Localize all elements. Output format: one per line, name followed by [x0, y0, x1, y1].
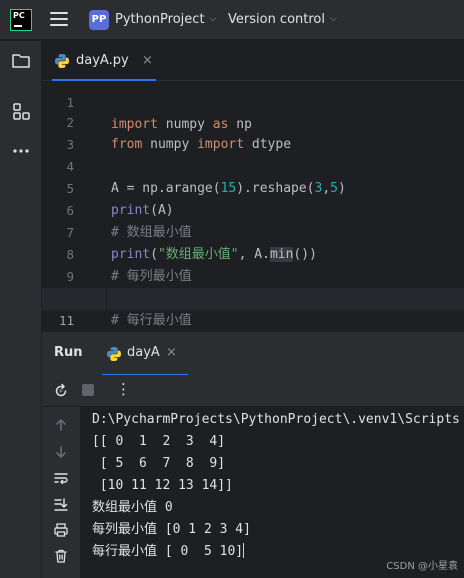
pycharm-logo-icon[interactable]: PC	[10, 9, 32, 31]
console-line: [ 5 6 7 8 9]	[92, 456, 226, 471]
chevron-down-icon: ⌵	[209, 14, 217, 24]
python-file-icon	[107, 347, 121, 361]
more-tools-icon[interactable]	[11, 141, 31, 161]
stop-icon[interactable]	[82, 384, 94, 396]
text-cursor	[243, 543, 245, 558]
run-tool-window-header: Run dayA ×	[42, 331, 464, 376]
console-line: 每列最小值 [0 1 2 3 4]	[92, 522, 251, 537]
python-file-icon	[55, 54, 69, 68]
run-tab-label: dayA	[127, 345, 160, 360]
structure-icon[interactable]	[11, 101, 31, 121]
more-options-icon[interactable]: ⋮	[116, 380, 131, 398]
folder-icon[interactable]	[11, 51, 31, 71]
console-line: 数组最小值 0	[92, 500, 173, 515]
run-panel-title[interactable]: Run	[54, 345, 83, 360]
gutter-separator	[106, 81, 107, 331]
close-tab-icon[interactable]: ×	[142, 53, 153, 68]
console-line-text: 每行最小值 [ 0 5 10]	[92, 544, 244, 559]
project-selector[interactable]: PythonProject ⌵	[115, 12, 216, 27]
version-control-label: Version control	[228, 12, 325, 27]
scroll-to-end-icon[interactable]	[53, 496, 69, 512]
console-line: D:\PycharmProjects\PythonProject\.venv1\…	[92, 412, 460, 427]
console-line: [[ 0 1 2 3 4]	[92, 434, 226, 449]
project-name: PythonProject	[115, 12, 205, 27]
console-line: [10 11 12 13 14]]	[92, 478, 233, 493]
tab-filename: dayA.py	[76, 53, 129, 68]
rerun-icon[interactable]	[53, 383, 69, 399]
chevron-down-icon: ⌵	[330, 14, 337, 24]
trash-icon[interactable]	[53, 548, 69, 564]
console-line: 每行最小值 [ 0 5 10]	[92, 541, 245, 563]
console-output[interactable]: D:\PycharmProjects\PythonProject\.venv1\…	[80, 407, 464, 578]
run-toolbar: ⋮	[42, 375, 464, 407]
left-tool-strip	[0, 41, 42, 578]
print-icon[interactable]	[53, 522, 69, 538]
tab-daya-py[interactable]: dayA.py ×	[52, 41, 156, 81]
title-bar: PC PP PythonProject ⌵ Version control ⌵	[0, 0, 464, 40]
project-badge[interactable]: PP	[89, 10, 109, 30]
close-run-tab-icon[interactable]: ×	[166, 345, 177, 360]
watermark: CSDN @小星袁	[386, 561, 458, 572]
editor-tab-strip: dayA.py ×	[42, 41, 464, 81]
soft-wrap-icon[interactable]	[53, 470, 69, 486]
version-control-menu[interactable]: Version control ⌵	[228, 12, 337, 27]
main-menu-icon[interactable]	[50, 12, 68, 28]
scroll-up-icon[interactable]	[53, 417, 69, 433]
console-side-toolbar	[42, 407, 80, 578]
code-editor[interactable]: 1 import numpy as np 2 from numpy import…	[42, 81, 464, 331]
scroll-down-icon[interactable]	[53, 444, 69, 460]
logo-text: PC	[13, 11, 25, 20]
